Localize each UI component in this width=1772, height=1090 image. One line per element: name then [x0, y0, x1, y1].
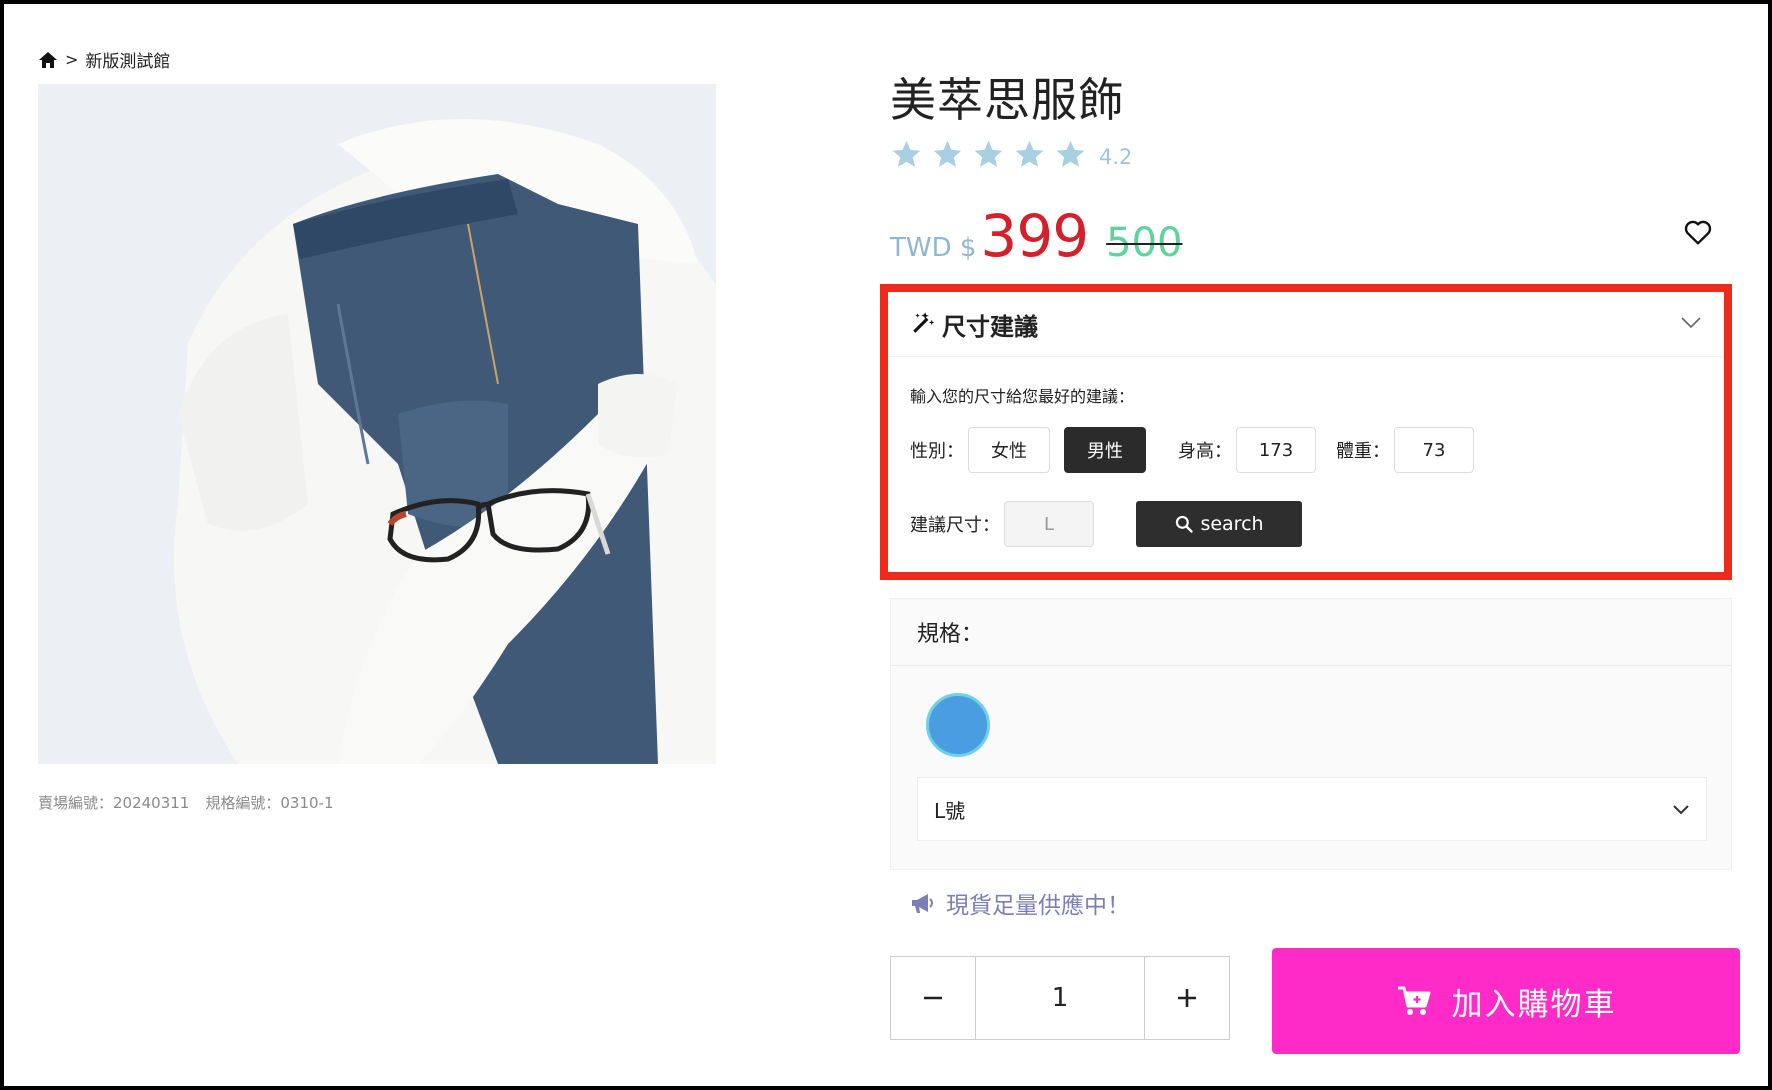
chevron-down-icon: [1672, 797, 1690, 821]
rating: 4.2: [890, 138, 1132, 175]
recommend-label: 建議尺寸：: [910, 515, 1000, 536]
size-advice-title: 尺寸建議: [942, 312, 1038, 341]
add-to-cart-label: 加入購物車: [1451, 986, 1617, 1023]
size-select-value: L號: [934, 798, 966, 823]
recommend-row: 建議尺寸： L search: [910, 501, 1702, 547]
megaphone-icon: [910, 891, 936, 915]
breadcrumb-separator: >: [65, 50, 79, 69]
size-advice-body: 輸入您的尺寸給您最好的建議： 性別： 女性 男性 身高： 體重： 建議尺寸： L…: [888, 357, 1724, 547]
stock-text: 現貨足量供應中！: [946, 893, 1130, 919]
breadcrumb-current[interactable]: 新版測試館: [85, 47, 170, 72]
star-icon: [1013, 138, 1046, 175]
search-button[interactable]: search: [1136, 501, 1302, 547]
price-original: 500: [1106, 220, 1183, 266]
spec-panel: 規格： L號: [890, 598, 1732, 870]
heart-icon[interactable]: [1682, 216, 1714, 248]
color-swatch[interactable]: [926, 693, 990, 757]
gender-male-button[interactable]: 男性: [1064, 427, 1146, 473]
star-icon: [931, 138, 964, 175]
product-title: 美萃思服飾: [890, 73, 1125, 127]
add-to-cart-button[interactable]: 加入購物車: [1272, 948, 1740, 1054]
home-icon[interactable]: [38, 51, 58, 69]
cart-icon: [1396, 985, 1432, 1017]
quantity-stepper: 1: [890, 956, 1230, 1040]
gender-female-button[interactable]: 女性: [968, 427, 1050, 473]
weight-label: 體重：: [1336, 441, 1390, 462]
chevron-down-icon[interactable]: [1680, 315, 1702, 334]
size-advice-header[interactable]: 尺寸建議: [888, 292, 1724, 357]
height-label: 身高：: [1178, 441, 1232, 462]
star-icon: [890, 138, 923, 175]
product-page: > 新版測試館 賣場編號：20240311 規格編號：0310-1 美萃思服飾 …: [4, 4, 1768, 1086]
weight-input[interactable]: [1394, 427, 1474, 473]
size-select[interactable]: L號: [917, 777, 1707, 841]
gender-height-weight-row: 性別： 女性 男性 身高： 體重：: [910, 427, 1702, 473]
size-advice-hint: 輸入您的尺寸給您最好的建議：: [910, 387, 1135, 406]
spec-code: 規格編號：0310-1: [205, 794, 334, 812]
size-advice-panel: 尺寸建議 輸入您的尺寸給您最好的建議： 性別： 女性 男性 身高： 體重： 建議…: [880, 284, 1732, 580]
quantity-value[interactable]: 1: [975, 957, 1145, 1039]
gender-label: 性別：: [910, 441, 964, 462]
price-current: 399: [980, 202, 1089, 270]
product-codes: 賣場編號：20240311 規格編號：0310-1: [38, 792, 334, 813]
magic-wand-icon: [910, 309, 936, 339]
quantity-decrease-button[interactable]: [891, 957, 975, 1039]
star-icon: [972, 138, 1005, 175]
spec-title: 規格：: [891, 599, 1731, 666]
star-icon: [1054, 138, 1087, 175]
search-icon: [1174, 514, 1194, 534]
breadcrumb: > 新版測試館: [38, 47, 170, 72]
quantity-increase-button[interactable]: [1145, 957, 1229, 1039]
search-button-label: search: [1200, 513, 1264, 535]
plus-icon: [1175, 986, 1199, 1010]
stock-status: 現貨足量供應中！: [910, 886, 1130, 920]
height-input[interactable]: [1236, 427, 1316, 473]
price-currency: TWD $: [890, 233, 977, 263]
minus-icon: [921, 986, 945, 1010]
rating-score: 4.2: [1099, 144, 1133, 169]
market-code: 賣場編號：20240311: [38, 794, 190, 812]
product-image: [38, 84, 716, 764]
price-row: TWD $ 399 500: [890, 202, 1183, 270]
recommended-size-field: L: [1004, 501, 1094, 547]
